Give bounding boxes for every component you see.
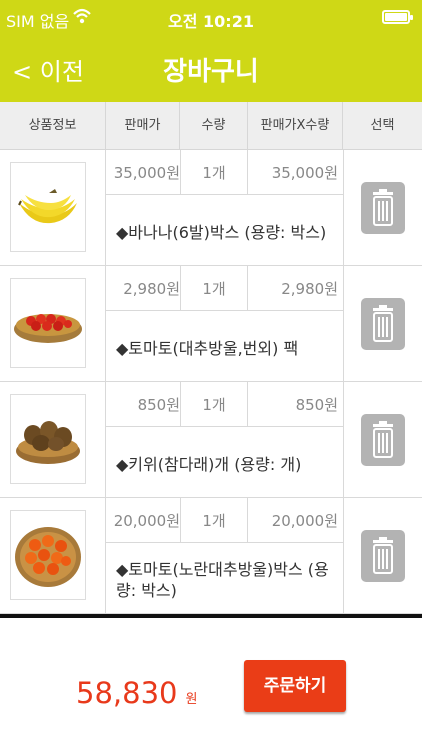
header-price: 판매가	[106, 102, 180, 150]
cart-item: 2,980원 1개 2,980원 ◆토마토(대추방울,번외) 팩	[0, 266, 422, 382]
price-line: 20,000원 1개 20,000원	[106, 498, 343, 543]
item-name[interactable]: ◆토마토(노란대추방울)박스 (용량: 박스)	[116, 550, 340, 610]
total-value: 58,830	[76, 676, 178, 710]
header-quantity: 수량	[180, 102, 248, 150]
page-title: 장바구니	[163, 57, 259, 87]
delete-button[interactable]	[361, 414, 405, 466]
trash-icon	[373, 305, 393, 342]
item-quantity[interactable]: 1개	[180, 382, 248, 427]
cart-item: 20,000원 1개 20,000원 ◆토마토(노란대추방울)박스 (용량: 박…	[0, 498, 422, 614]
status-bar: SIM 없음 오전 10:21	[0, 0, 422, 36]
item-subtotal: 35,000원	[271, 164, 338, 182]
total-unit: 원	[185, 692, 198, 707]
price-line: 2,980원 1개 2,980원	[106, 266, 343, 311]
cart-list: 35,000원 1개 35,000원 ◆바나나(6발)박스 (용량: 박스) 2…	[0, 150, 422, 614]
order-footer: 58,830 원 주문하기	[0, 618, 422, 750]
price-line: 35,000원 1개 35,000원	[106, 150, 343, 195]
trash-icon	[373, 189, 393, 226]
trash-icon	[373, 421, 393, 458]
order-button[interactable]: 주문하기	[244, 660, 346, 712]
cherry-tomato-basket-image	[10, 278, 86, 368]
nav-bar: < 이전 장바구니	[0, 36, 422, 102]
item-subtotal: 850원	[295, 396, 338, 414]
item-price: 35,000원	[113, 164, 180, 182]
table-header: 상품정보 판매가 수량 판매가X수량 선택	[0, 102, 422, 150]
cart-item: 850원 1개 850원 ◆키위(참다래)개 (용량: 개)	[0, 382, 422, 498]
orange-tomato-basket-image	[10, 510, 86, 600]
battery-fill	[385, 13, 407, 21]
delete-button[interactable]	[361, 298, 405, 350]
item-name[interactable]: ◆키위(참다래)개 (용량: 개)	[116, 434, 340, 494]
item-subtotal: 20,000원	[271, 512, 338, 530]
app-header: SIM 없음 오전 10:21 < 이전 장바구니	[0, 0, 422, 102]
item-subtotal: 2,980원	[281, 280, 338, 298]
item-quantity[interactable]: 1개	[180, 498, 248, 543]
item-quantity[interactable]: 1개	[180, 150, 248, 195]
trash-icon	[373, 537, 393, 574]
total-amount: 58,830 원	[76, 676, 197, 710]
header-select: 선택	[370, 118, 395, 133]
header-product-info: 상품정보	[0, 102, 106, 150]
kiwi-basket-image	[10, 394, 86, 484]
item-quantity[interactable]: 1개	[180, 266, 248, 311]
price-line: 850원 1개 850원	[106, 382, 343, 427]
item-name[interactable]: ◆토마토(대추방울,번외) 팩	[116, 318, 340, 378]
banana-image	[10, 162, 86, 252]
item-price: 850원	[137, 396, 180, 414]
item-price: 20,000원	[113, 512, 180, 530]
cart-item: 35,000원 1개 35,000원 ◆바나나(6발)박스 (용량: 박스)	[0, 150, 422, 266]
delete-button[interactable]	[361, 530, 405, 582]
status-time: 오전 10:21	[168, 12, 254, 31]
item-price: 2,980원	[123, 280, 180, 298]
header-subtotal: 판매가X수량	[248, 102, 343, 150]
delete-button[interactable]	[361, 182, 405, 234]
item-name[interactable]: ◆바나나(6발)박스 (용량: 박스)	[116, 202, 340, 262]
battery-icon	[382, 10, 413, 24]
